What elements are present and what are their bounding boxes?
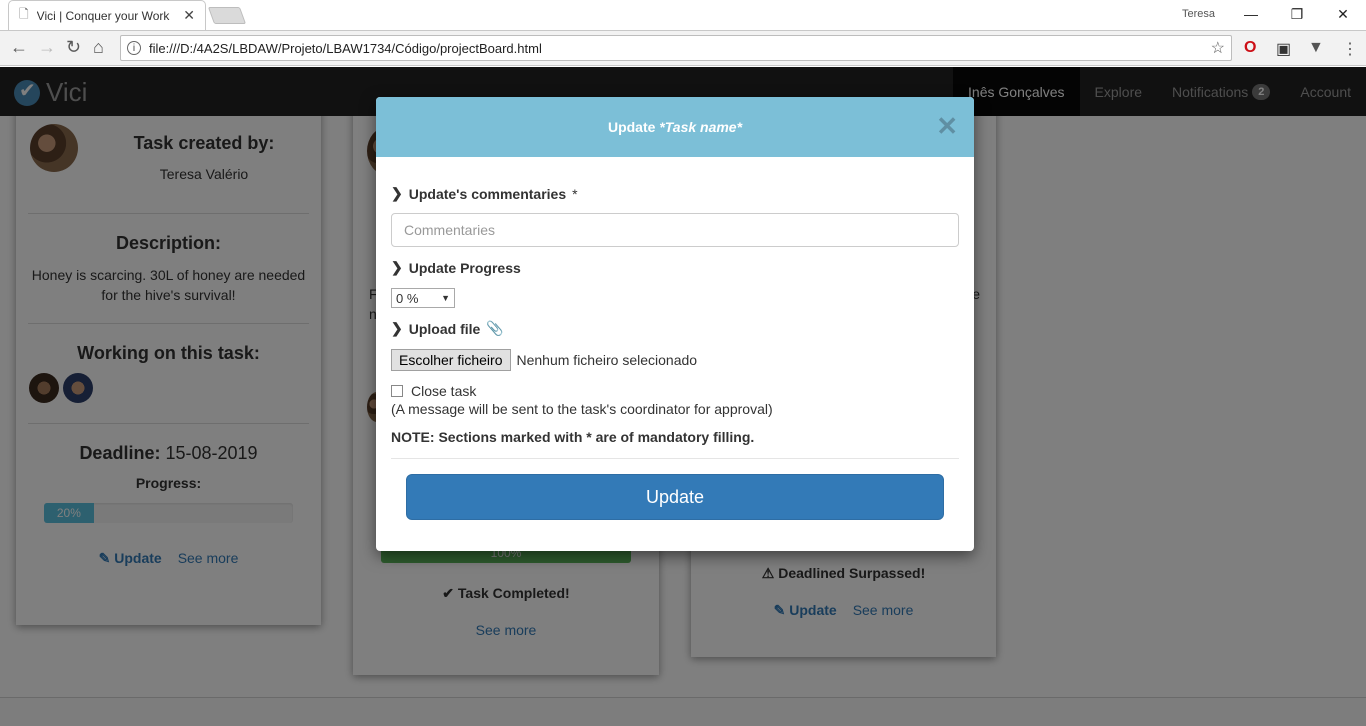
tab-title: Vici | Conquer your Work (36, 8, 170, 23)
back-icon[interactable]: ← (10, 37, 28, 58)
modal-header: Update *Task name* ✕ (376, 97, 974, 157)
minimize-icon[interactable]: — (1228, 0, 1274, 28)
close-task-note: (A message will be sent to the task's co… (391, 401, 773, 417)
update-submit-button[interactable]: Update (406, 474, 944, 520)
commentaries-label-text: Update's commentaries (408, 185, 567, 202)
filter-extension-icon[interactable]: ▼ (1308, 39, 1324, 57)
close-window-icon[interactable]: ✕ (1320, 0, 1366, 28)
page-icon: 🗋 (19, 7, 29, 21)
browser-tabstrip: 🗋 Vici | Conquer your Work ✕ Teresa — ❐ … (0, 0, 1366, 30)
bookmark-star-icon[interactable]: ☆ (1211, 38, 1225, 58)
modal-title: Update *Task name* (608, 119, 742, 135)
extension-icon[interactable]: ▣ (1276, 39, 1291, 59)
commentaries-input[interactable] (391, 213, 959, 247)
address-bar[interactable]: i file:///D:/4A2S/LBDAW/Projeto/LBAW1734… (120, 35, 1232, 61)
close-task-checkbox[interactable] (391, 385, 403, 397)
browser-tab[interactable]: 🗋 Vici | Conquer your Work ✕ (8, 0, 206, 30)
modal-divider (391, 458, 959, 459)
dropdown-arrow-icon: ▼ (441, 293, 450, 303)
modal-body: ❯ Update's commentaries * ❯ Update Progr… (376, 185, 974, 520)
home-icon[interactable]: ⌂ (93, 37, 104, 58)
browser-toolbar: ← → ↻ ⌂ i file:///D:/4A2S/LBDAW/Projeto/… (0, 30, 1366, 66)
profile-name[interactable]: Teresa (1182, 8, 1215, 20)
menu-icon[interactable]: ⋮ (1342, 39, 1358, 59)
url-text: file:///D:/4A2S/LBDAW/Projeto/LBAW1734/C… (149, 40, 542, 56)
choose-file-button[interactable]: Escolher ficheiro (391, 349, 511, 371)
close-tab-icon[interactable]: ✕ (183, 7, 195, 24)
chevron-right-icon: ❯ (391, 185, 403, 201)
progress-label-text: Update Progress (408, 259, 521, 276)
commentaries-label: ❯ Update's commentaries * (391, 185, 959, 202)
upload-label: ❯ Upload file 📎 (391, 320, 959, 337)
mandatory-note: NOTE: Sections marked with * are of mand… (391, 429, 755, 445)
window-controls: — ❐ ✕ (1228, 0, 1366, 28)
paperclip-icon: 📎 (486, 320, 504, 336)
progress-label: ❯ Update Progress (391, 259, 959, 276)
file-input: Escolher ficheiro Nenhum ficheiro seleci… (391, 349, 959, 371)
progress-select-value: 0 % (396, 290, 419, 306)
info-icon[interactable]: i (127, 41, 141, 55)
close-icon[interactable]: ✕ (936, 111, 958, 142)
page: Task created by: Teresa Valério Descript… (0, 67, 1366, 726)
opera-extension-icon[interactable]: O (1244, 39, 1256, 57)
close-task-row: Close task (391, 383, 959, 399)
progress-select[interactable]: 0 % ▼ (391, 288, 455, 308)
update-task-modal: Update *Task name* ✕ ❯ Update's commenta… (376, 97, 974, 551)
chevron-right-icon: ❯ (391, 320, 403, 336)
close-task-label: Close task (411, 383, 477, 399)
required-mark: * (572, 185, 578, 202)
no-file-text: Nenhum ficheiro selecionado (516, 352, 698, 368)
new-tab-button[interactable] (207, 7, 247, 24)
reload-icon[interactable]: ↻ (66, 37, 81, 58)
modal-title-task-name: *Task name* (659, 119, 743, 135)
chevron-right-icon: ❯ (391, 259, 403, 275)
upload-label-text: Upload file (408, 320, 481, 337)
modal-title-prefix: Update (607, 119, 660, 135)
forward-icon[interactable]: → (38, 37, 56, 58)
restore-icon[interactable]: ❐ (1274, 0, 1320, 28)
